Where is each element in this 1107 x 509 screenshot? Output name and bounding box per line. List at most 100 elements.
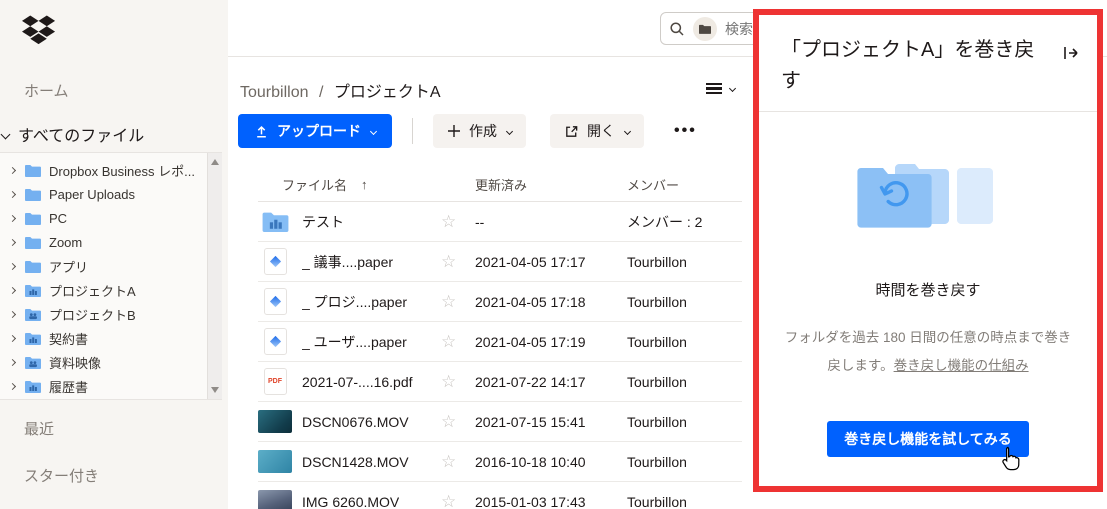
column-name[interactable]: ファイル名	[282, 175, 347, 194]
star-icon[interactable]: ☆	[441, 332, 456, 351]
file-name[interactable]: IMG 6260.MOV	[302, 494, 399, 509]
tree-scrollbar[interactable]	[207, 153, 222, 399]
rewind-description: フォルダを過去 180 日間の任意の時点まで巻き戻します。巻き戻し機能の仕組み	[780, 324, 1076, 381]
breadcrumb-current: プロジェクトA	[333, 84, 441, 101]
star-icon[interactable]: ☆	[441, 292, 456, 311]
scroll-up-icon[interactable]	[211, 159, 219, 165]
sidebar-item-home[interactable]: ホーム	[24, 80, 69, 101]
toolbar-divider	[412, 118, 413, 144]
shared-folder-icon	[25, 356, 41, 369]
file-name[interactable]: _ プロジ....paper	[302, 292, 407, 312]
table-row[interactable]: PDF 2021-07-....16.pdf ☆ 2021-07-22 14:1…	[258, 362, 742, 402]
dropbox-logo-icon[interactable]	[22, 14, 56, 51]
rewind-panel-body: 時間を巻き戻す フォルダを過去 180 日間の任意の時点まで巻き戻します。巻き戻…	[759, 112, 1097, 457]
sidebar-item-recent[interactable]: 最近	[24, 418, 54, 439]
upload-icon	[257, 125, 266, 137]
paper-doc-icon	[263, 328, 287, 355]
tree-item-folder[interactable]: プロジェクトB	[8, 302, 222, 326]
tree-item-folder[interactable]: プロジェクトA	[8, 278, 222, 302]
file-name[interactable]: _ ユーザ....paper	[302, 332, 407, 352]
folder-label: 契約書	[49, 331, 89, 347]
try-rewind-button[interactable]: 巻き戻し機能を試してみる	[827, 420, 1029, 457]
tree-item-folder[interactable]: アプリ	[8, 254, 222, 278]
chevron-right-icon	[8, 214, 17, 222]
column-members[interactable]: メンバー	[627, 175, 717, 194]
collapse-panel-icon[interactable]	[1061, 43, 1081, 68]
file-member: Tourbillon	[627, 333, 687, 350]
file-name[interactable]: _ 議事....paper	[302, 252, 393, 272]
file-updated: 2015-01-03 17:43	[475, 493, 586, 509]
file-name[interactable]: DSCN0676.MOV	[302, 414, 409, 430]
tree-item-folder[interactable]: 契約書	[8, 326, 222, 350]
file-updated: 2021-04-05 17:19	[475, 333, 586, 350]
list-view-icon	[706, 80, 722, 97]
rewind-how-it-works-link[interactable]: 巻き戻し機能の仕組み	[894, 358, 1029, 373]
sort-ascending-icon[interactable]: ↑	[361, 177, 368, 192]
table-row[interactable]: DSCN1428.MOV ☆ 2016-10-18 10:40 Tourbill…	[258, 442, 742, 482]
breadcrumb-parent-link[interactable]: Tourbillon	[240, 84, 308, 101]
team-folder-icon	[25, 332, 41, 345]
column-updated[interactable]: 更新済み	[475, 175, 627, 194]
file-member: Tourbillon	[627, 253, 687, 270]
file-updated: 2021-04-05 17:18	[475, 293, 586, 310]
chevron-right-icon	[8, 190, 17, 198]
chevron-right-icon	[8, 382, 17, 390]
table-row[interactable]: IMG 6260.MOV ☆ 2015-01-03 17:43 Tourbill…	[258, 482, 742, 509]
file-member: Tourbillon	[627, 493, 687, 509]
star-icon[interactable]: ☆	[441, 372, 456, 391]
folder-icon	[25, 164, 41, 177]
tree-item-folder[interactable]: Dropbox Business レポ...	[8, 158, 222, 182]
rewind-folders-illustration	[857, 164, 993, 228]
open-button[interactable]: 開く	[550, 114, 644, 148]
search-scope-chip[interactable]	[693, 16, 717, 41]
folder-label: プロジェクトB	[49, 307, 136, 323]
folder-label: Dropbox Business レポ...	[49, 163, 195, 179]
create-button[interactable]: 作成	[433, 114, 526, 148]
star-icon[interactable]: ☆	[441, 252, 456, 271]
star-icon[interactable]: ☆	[441, 212, 456, 231]
open-label: 開く	[587, 123, 615, 139]
video-thumbnail	[258, 450, 292, 473]
shared-folder-icon	[25, 308, 41, 321]
view-toggle-button[interactable]	[706, 80, 737, 97]
star-icon[interactable]: ☆	[441, 452, 456, 471]
chevron-right-icon	[8, 166, 17, 174]
table-row[interactable]: DSCN0676.MOV ☆ 2021-07-15 15:41 Tourbill…	[258, 402, 742, 442]
file-updated: 2021-07-22 14:17	[475, 373, 586, 390]
upload-button[interactable]: アップロード	[238, 114, 392, 148]
tree-item-folder[interactable]: Zoom	[8, 230, 222, 254]
rewind-panel-title: 「プロジェクトA」を巻き戻す	[781, 39, 1035, 92]
folder-label: アプリ	[49, 259, 89, 275]
folder-label: プロジェクトA	[49, 283, 136, 299]
chevron-down-icon	[369, 127, 378, 135]
folder-icon	[25, 212, 41, 225]
more-actions-button[interactable]: •••	[668, 122, 703, 140]
folder-tree: Dropbox Business レポ... Paper Uploads PC …	[0, 152, 222, 400]
tree-item-folder[interactable]: Paper Uploads	[8, 182, 222, 206]
file-updated: 2021-07-15 15:41	[475, 413, 586, 430]
folder-label: PC	[49, 210, 68, 226]
sidebar-item-all-files[interactable]: すべてのファイル	[0, 122, 144, 146]
video-thumbnail	[258, 490, 292, 509]
table-row[interactable]: _ プロジ....paper ☆ 2021-04-05 17:18 Tourbi…	[258, 282, 742, 322]
table-row[interactable]: _ ユーザ....paper ☆ 2021-04-05 17:19 Tourbi…	[258, 322, 742, 362]
tree-item-folder[interactable]: PC	[8, 206, 222, 230]
scroll-down-icon[interactable]	[211, 387, 219, 393]
tree-item-folder[interactable]: 資料映像	[8, 350, 222, 374]
file-name[interactable]: DSCN1428.MOV	[302, 454, 409, 470]
star-icon[interactable]: ☆	[441, 492, 456, 509]
file-name[interactable]: テスト	[302, 212, 344, 232]
file-member: Tourbillon	[627, 373, 687, 390]
folder-label: Zoom	[49, 234, 83, 250]
table-row[interactable]: _ 議事....paper ☆ 2021-04-05 17:17 Tourbil…	[258, 242, 742, 282]
tree-item-folder[interactable]: 履歴書	[8, 374, 222, 398]
toolbar: アップロード 作成 開く •••	[238, 114, 703, 148]
folder-icon	[25, 260, 41, 273]
star-icon[interactable]: ☆	[441, 412, 456, 431]
sidebar-item-starred[interactable]: スター付き	[24, 465, 99, 486]
folder-icon	[25, 188, 41, 201]
file-name[interactable]: 2021-07-....16.pdf	[302, 374, 413, 390]
team-folder-icon	[262, 212, 288, 232]
file-member: Tourbillon	[627, 453, 687, 470]
table-row[interactable]: テスト ☆ -- メンバー : 2	[258, 202, 742, 242]
